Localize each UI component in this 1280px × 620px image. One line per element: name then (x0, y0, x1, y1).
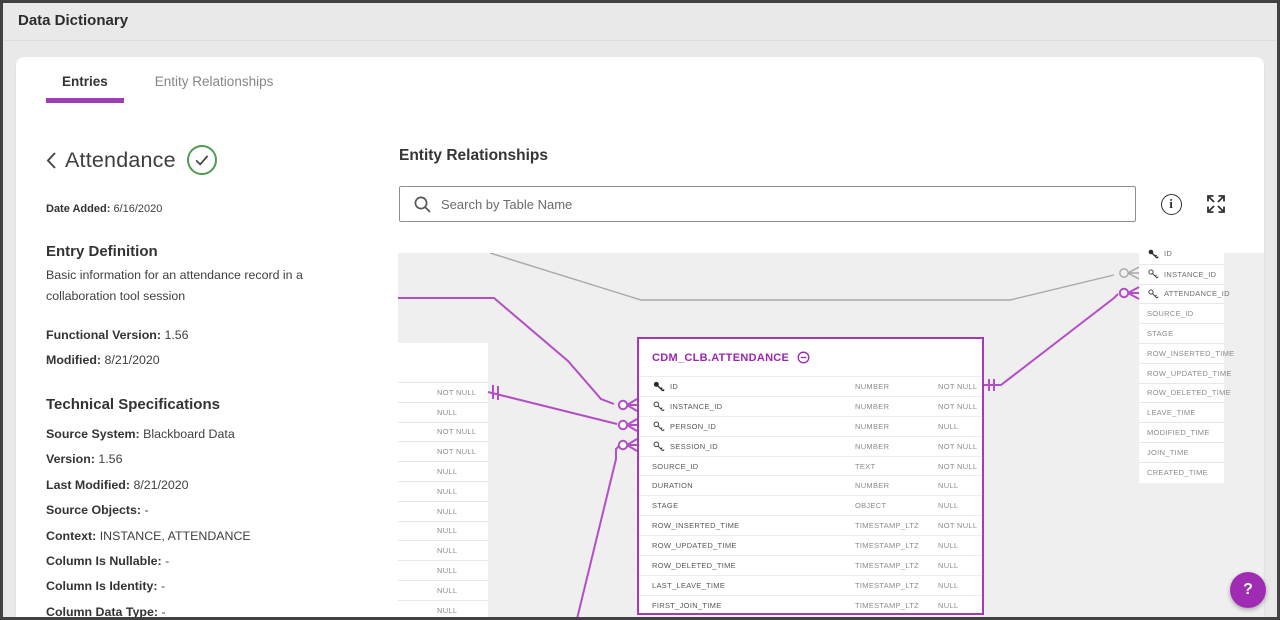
date-added: Date Added: 6/16/2020 (46, 203, 162, 215)
entity-table-header[interactable]: CDM_CLB.ATTENDANCE (639, 339, 982, 376)
table-row: STAGEOBJECTNULL (639, 495, 982, 515)
entry-header: Attendance (46, 145, 217, 175)
table-row: STAGE (1139, 323, 1224, 343)
technical-specifications-heading: Technical Specifications (46, 396, 220, 413)
info-icon: i (1161, 194, 1182, 215)
tab-bar: Entries Entity Relationships (46, 57, 289, 103)
spec-row: Column Is Identity: - (46, 574, 251, 599)
table-row: NULL (398, 580, 488, 600)
entry-title: Attendance (65, 148, 176, 173)
table-search-box (399, 186, 1136, 222)
primary-key-icon (1147, 248, 1159, 260)
modified-label: Modified: (46, 353, 101, 367)
info-button[interactable]: i (1159, 192, 1183, 216)
er-diagram-canvas[interactable]: NOT NULL NULL NOT NULL NOT NULL NULL NUL… (398, 253, 1264, 620)
table-row: NULL (398, 560, 488, 580)
table-row: ROW_DELETED_TIME (1139, 383, 1224, 403)
table-row: ROW_INSERTED_TIME (1139, 343, 1224, 363)
functional-version-label: Functional Version: (46, 328, 161, 342)
table-row: NULL (398, 540, 488, 560)
table-row: PERSON_IDNUMBERNULL (639, 416, 982, 436)
table-row: ROW_INSERTED_TIMETIMESTAMP_LTZNOT NULL (639, 515, 982, 535)
table-row: CREATED_TIME (1139, 462, 1224, 482)
table-row: NULL (398, 481, 488, 501)
help-button[interactable]: ? (1230, 572, 1266, 608)
foreign-key-icon (652, 420, 665, 433)
search-input[interactable] (441, 197, 1135, 212)
table-row: NOT NULL (398, 382, 488, 402)
table-row: MODIFIED_TIME (1139, 422, 1224, 442)
spec-row: Column Data Type: - (46, 600, 251, 620)
search-icon (413, 195, 432, 214)
spec-row: Context: INSTANCE, ATTENDANCE (46, 524, 251, 549)
left-partial-table[interactable]: NOT NULL NULL NOT NULL NOT NULL NULL NUL… (398, 343, 488, 620)
table-row: ATTENDANCE_ID (1139, 284, 1224, 304)
table-row: NULL (398, 600, 488, 620)
collapse-icon[interactable] (797, 351, 810, 364)
table-row: INSTANCE_IDNUMBERNOT NULL (639, 396, 982, 416)
functional-version-value: 1.56 (164, 328, 188, 342)
expand-icon (1205, 193, 1227, 215)
foreign-key-icon (1147, 288, 1159, 300)
date-added-value: 6/16/2020 (113, 203, 162, 215)
tab-entries[interactable]: Entries (46, 57, 124, 103)
page-header: Data Dictionary (3, 3, 1277, 41)
modified-value: 8/21/2020 (105, 353, 160, 367)
check-circle-icon (187, 145, 217, 175)
table-row: INSTANCE_ID (1139, 264, 1224, 284)
entity-table-name: CDM_CLB.ATTENDANCE (652, 352, 789, 364)
back-chevron-icon[interactable] (46, 151, 57, 170)
entry-definition-heading: Entry Definition (46, 243, 158, 260)
functional-version-row: Functional Version: 1.56 (46, 328, 189, 342)
table-row: SOURCE_ID (1139, 303, 1224, 323)
table-row: IDNUMBERNOT NULL (639, 376, 982, 396)
table-row: NULL (398, 402, 488, 422)
spec-row: Column Is Nullable: - (46, 549, 251, 574)
page-title: Data Dictionary (18, 12, 128, 29)
table-row: DURATIONNUMBERNULL (639, 475, 982, 495)
right-partial-table[interactable]: ID INSTANCE_ID ATTENDANCE_ID SOURCE_ID S… (1139, 244, 1224, 483)
table-row: ROW_UPDATED_TIME (1139, 363, 1224, 383)
content-card: Entries Entity Relationships Attendance … (16, 57, 1264, 620)
table-row: LAST_LEAVE_TIMETIMESTAMP_LTZNULL (639, 575, 982, 595)
technical-specifications-list: Source System: Blackboard Data Version: … (46, 422, 251, 620)
table-row: ID (1139, 244, 1224, 264)
table-row: SESSION_IDNUMBERNOT NULL (639, 436, 982, 456)
spec-row: Source Objects: - (46, 498, 251, 523)
app-window: Data Dictionary Entries Entity Relations… (0, 0, 1280, 620)
foreign-key-icon (652, 440, 665, 453)
table-row: JOIN_TIME (1139, 442, 1224, 462)
table-row: NULL (398, 501, 488, 521)
table-row: NOT NULL (398, 441, 488, 461)
table-row: SOURCE_IDTEXTNOT NULL (639, 456, 982, 476)
active-tab-underline (46, 98, 124, 103)
tab-entries-label: Entries (62, 74, 108, 89)
spec-row: Last Modified: 8/21/2020 (46, 473, 251, 498)
table-row: FIRST_JOIN_TIMETIMESTAMP_LTZNULL (639, 595, 982, 615)
spec-row: Version: 1.56 (46, 447, 251, 472)
tab-entity-relationships-label: Entity Relationships (155, 74, 274, 89)
table-row: NOT NULL (398, 422, 488, 442)
entity-table-cdm-clb-attendance[interactable]: CDM_CLB.ATTENDANCE IDNUMBERNOT NULL INST… (637, 337, 984, 615)
modified-row: Modified: 8/21/2020 (46, 353, 160, 367)
tab-entity-relationships[interactable]: Entity Relationships (139, 57, 290, 103)
entity-relationships-heading: Entity Relationships (399, 147, 548, 165)
table-row: ROW_UPDATED_TIMETIMESTAMP_LTZNULL (639, 535, 982, 555)
table-row: ROW_DELETED_TIMETIMESTAMP_LTZNULL (639, 555, 982, 575)
entry-definition-text: Basic information for an attendance reco… (46, 265, 366, 306)
foreign-key-icon (652, 400, 665, 413)
spec-row: Source System: Blackboard Data (46, 422, 251, 447)
fullscreen-button[interactable] (1204, 192, 1228, 216)
table-row: NULL (398, 461, 488, 481)
table-row: NULL (398, 521, 488, 541)
foreign-key-icon (1147, 268, 1159, 280)
date-added-label: Date Added: (46, 203, 110, 215)
table-row: LEAVE_TIME (1139, 402, 1224, 422)
primary-key-icon (652, 380, 665, 393)
